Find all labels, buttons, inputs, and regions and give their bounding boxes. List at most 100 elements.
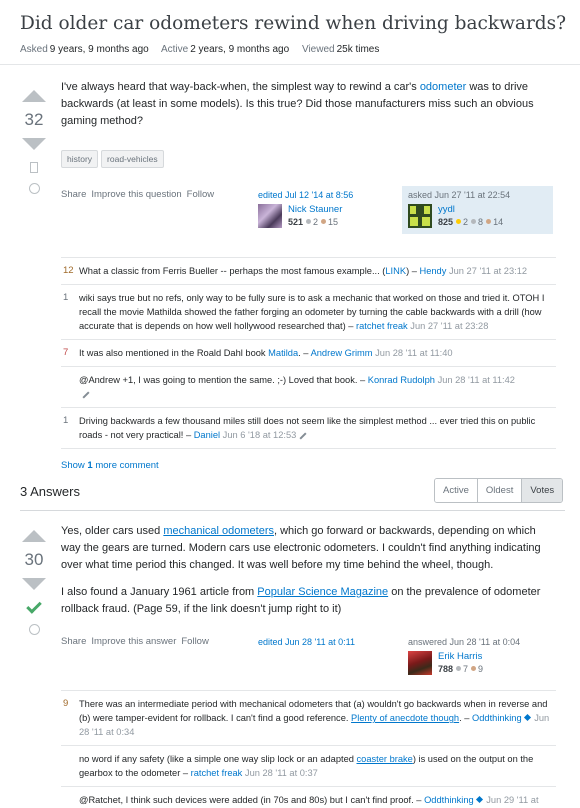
matilda-link[interactable]: Matilda	[268, 348, 298, 358]
show-more-row: Show 1 more comment	[61, 448, 556, 471]
comment-body: @Ratchet, I think such devices were adde…	[79, 793, 556, 808]
follow-link[interactable]: Follow	[187, 189, 214, 200]
identicon-icon	[410, 206, 430, 226]
comment-score	[61, 793, 79, 808]
comment-item: no word if any safety (like a simple one…	[61, 745, 556, 786]
question-text-pre: I've always heard that way-back-when, th…	[61, 81, 420, 93]
answerer-name[interactable]: Erik Harris	[438, 651, 483, 662]
comment-body: no word if any safety (like a simple one…	[79, 752, 556, 780]
asker-bronze: 14	[493, 217, 504, 227]
question-meta: Asked 9 years, 9 months ago Active 2 years…	[20, 44, 389, 55]
sort-votes-tab[interactable]: Votes	[522, 479, 563, 502]
comment-date[interactable]: Jun 6 '18 at 12:53	[223, 430, 297, 440]
asker-avatar[interactable]	[408, 204, 432, 228]
upvote-arrow-icon[interactable]	[22, 90, 46, 102]
pencil-edit-icon[interactable]	[82, 391, 90, 399]
editor-bronze: 15	[328, 217, 339, 227]
answerer-silver: 7	[463, 664, 469, 674]
comment-score: 7	[63, 347, 69, 358]
asker-name[interactable]: yydl	[438, 204, 503, 215]
comment-user[interactable]: Konrad Rudolph	[368, 375, 435, 385]
comment-score	[61, 373, 79, 401]
downvote-arrow-icon[interactable]	[22, 138, 46, 150]
asker-signature: asked Jun 27 '11 at 22:54 yydl 825 2 8 14	[402, 186, 553, 234]
bronze-badge-icon	[321, 219, 327, 224]
comment-link[interactable]: LINK	[385, 266, 406, 276]
asked-label: Asked	[20, 44, 48, 55]
tag-history[interactable]: history	[61, 150, 99, 168]
comment-user[interactable]: Oddthinking	[424, 795, 474, 805]
history-icon[interactable]	[28, 624, 40, 635]
answer-paragraph-2: I also found a January 1961 article from…	[61, 584, 556, 618]
answerer-avatar[interactable]	[408, 651, 432, 675]
mechanical-odometers-link[interactable]: mechanical odometers	[163, 525, 274, 537]
share-link[interactable]: Share	[61, 636, 86, 647]
show-more-comments-link[interactable]: Show 1 more comment	[61, 460, 159, 471]
active-value[interactable]: 2 years, 9 months ago	[190, 44, 289, 55]
answerer-bronze: 9	[478, 664, 484, 674]
answerer-signature: answered Jun 28 '11 at 0:04 Erik Harris …	[408, 637, 558, 675]
comment-user[interactable]: Andrew Grimm	[311, 348, 373, 358]
question-score: 32	[24, 110, 44, 129]
answers-count: 3 Answers	[20, 484, 80, 499]
share-link[interactable]: Share	[61, 189, 86, 200]
comment-date[interactable]: Jun 28 '11 at 0:37	[245, 768, 318, 778]
comment-body: wiki says true but no refs, only way to …	[79, 291, 556, 333]
editor-silver: 2	[313, 217, 319, 227]
popular-science-link[interactable]: Popular Science Magazine	[257, 586, 388, 598]
pencil-edit-icon[interactable]	[299, 432, 307, 440]
comment-date[interactable]: Jun 28 '11 at 11:40	[375, 348, 452, 358]
answerer-rep: 788	[438, 664, 454, 674]
editor-signature: edited Jul 12 '14 at 8:56 Nick Stauner 5…	[258, 190, 398, 228]
follow-link[interactable]: Follow	[181, 636, 208, 647]
coaster-brake-link[interactable]: coaster brake	[357, 754, 413, 764]
comment-user[interactable]: Oddthinking	[472, 713, 522, 723]
bronze-badge-icon	[486, 219, 492, 224]
history-icon[interactable]	[28, 183, 40, 194]
odometer-link[interactable]: odometer	[420, 81, 466, 93]
show-more-pre: Show	[61, 460, 88, 471]
edited-time[interactable]: edited Jul 12 '14 at 8:56	[258, 190, 398, 200]
anecdote-link[interactable]: Plenty of anecdote though	[351, 713, 459, 723]
bronze-badge-icon	[471, 666, 477, 671]
answer-text-pre: I also found a January 1961 article from	[61, 586, 258, 598]
comment-user[interactable]: ratchet freak	[191, 768, 243, 778]
comment-item: 1 Driving backwards a few thousand miles…	[61, 407, 556, 448]
answer-sort-tabs: Active Oldest Votes	[434, 478, 564, 503]
comment-text-post: ) –	[406, 266, 420, 276]
answerer-reputation: 788 7 9	[438, 664, 483, 674]
comment-item: 9 There was an intermediate period with …	[61, 690, 556, 745]
comment-body: @Andrew +1, I was going to mention the s…	[79, 373, 515, 401]
comment-date[interactable]: Jun 27 '11 at 23:12	[449, 266, 527, 276]
sort-active-tab[interactable]: Active	[435, 479, 478, 502]
tag-road-vehicles[interactable]: road-vehicles	[101, 150, 164, 168]
answer-score: 30	[24, 550, 44, 569]
comment-date[interactable]: Jun 28 '11 at 11:42	[438, 375, 515, 385]
answer-comments: 9 There was an intermediate period with …	[61, 690, 556, 808]
comment-text: no word if any safety (like a simple one…	[79, 754, 357, 764]
comment-score	[61, 752, 79, 780]
silver-badge-icon	[306, 219, 312, 224]
bookmark-icon[interactable]	[30, 162, 38, 173]
improve-question-link[interactable]: Improve this question	[91, 189, 181, 200]
comment-user[interactable]: ratchet freak	[356, 321, 408, 331]
comment-date[interactable]: Jun 27 '11 at 23:28	[410, 321, 488, 331]
sort-oldest-tab[interactable]: Oldest	[477, 479, 523, 502]
answer-edited-time[interactable]: edited Jun 28 '11 at 0:11	[258, 637, 398, 647]
improve-answer-link[interactable]: Improve this answer	[91, 636, 176, 647]
downvote-arrow-icon[interactable]	[22, 578, 46, 590]
comment-user[interactable]: Hendy	[420, 266, 447, 276]
answer-editor-signature: edited Jun 28 '11 at 0:11	[258, 637, 398, 651]
asker-rep: 825	[438, 217, 454, 227]
comment-text-post: . –	[298, 348, 311, 358]
answer-post-menu: Share Improve this answer Follow	[61, 636, 214, 647]
comment-user[interactable]: Daniel	[194, 430, 220, 440]
question-title[interactable]: Did older car odometers rewind when driv…	[20, 13, 566, 34]
asked-time: asked Jun 27 '11 at 22:54	[408, 190, 511, 200]
comment-text: Driving backwards a few thousand miles s…	[79, 416, 536, 440]
upvote-arrow-icon[interactable]	[22, 530, 46, 542]
comment-score: 1	[63, 415, 69, 426]
question-body: I've always heard that way-back-when, th…	[61, 79, 556, 140]
editor-name[interactable]: Nick Stauner	[288, 204, 342, 215]
editor-avatar[interactable]	[258, 204, 282, 228]
